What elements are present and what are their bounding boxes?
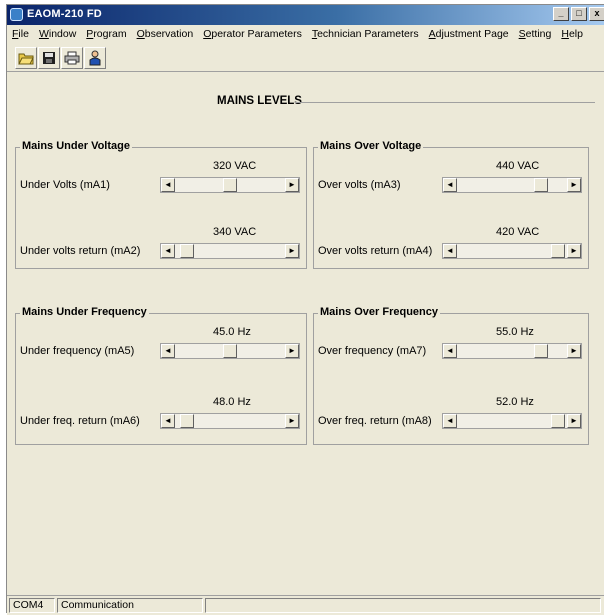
- status-communication: Communication: [57, 598, 203, 613]
- slider-thumb[interactable]: [551, 244, 565, 258]
- toolbar: [15, 45, 107, 71]
- scroll-left-icon[interactable]: ◄: [161, 244, 175, 258]
- over-volts-slider[interactable]: ◄ ►: [442, 177, 582, 193]
- menu-operator-parameters[interactable]: Operator Parameters: [198, 28, 307, 40]
- app-icon: [10, 8, 23, 21]
- slider-thumb[interactable]: [223, 344, 237, 358]
- scroll-right-icon[interactable]: ►: [285, 344, 299, 358]
- over-freq-return-value: 52.0 Hz: [496, 396, 534, 408]
- scroll-left-icon[interactable]: ◄: [443, 344, 457, 358]
- under-volts-return-label: Under volts return (mA2): [20, 245, 141, 257]
- scroll-right-icon[interactable]: ►: [285, 414, 299, 428]
- over-frequency-value: 55.0 Hz: [496, 326, 534, 338]
- group-mains-over-frequency: Mains Over Frequency 55.0 Hz Over freque…: [313, 306, 589, 445]
- under-volts-return-slider[interactable]: ◄ ►: [160, 243, 300, 259]
- scroll-left-icon[interactable]: ◄: [443, 244, 457, 258]
- window-title: EAOM-210 FD: [27, 8, 102, 20]
- menu-setting[interactable]: Setting: [514, 28, 557, 40]
- scroll-right-icon[interactable]: ►: [567, 344, 581, 358]
- over-volts-return-value: 420 VAC: [496, 226, 540, 238]
- slider-thumb[interactable]: [534, 178, 548, 192]
- group-title: Mains Under Frequency: [20, 306, 149, 318]
- scroll-right-icon[interactable]: ►: [567, 178, 581, 192]
- slider-thumb[interactable]: [180, 244, 194, 258]
- menu-bar: File Window Program Observation Operator…: [7, 25, 604, 43]
- minimize-button[interactable]: _: [553, 7, 569, 21]
- maximize-button[interactable]: □: [571, 7, 587, 21]
- scroll-right-icon[interactable]: ►: [567, 414, 581, 428]
- under-volts-slider[interactable]: ◄ ►: [160, 177, 300, 193]
- under-volts-value: 320 VAC: [213, 160, 257, 172]
- over-volts-value: 440 VAC: [496, 160, 540, 172]
- under-frequency-slider[interactable]: ◄ ►: [160, 343, 300, 359]
- heading-divider: [295, 102, 595, 103]
- print-icon[interactable]: [61, 47, 83, 69]
- scroll-left-icon[interactable]: ◄: [161, 178, 175, 192]
- menu-observation[interactable]: Observation: [132, 28, 199, 40]
- menu-help[interactable]: Help: [556, 28, 588, 40]
- menu-program[interactable]: Program: [81, 28, 131, 40]
- group-mains-under-frequency: Mains Under Frequency 45.0 Hz Under freq…: [15, 306, 307, 445]
- toolbar-divider: [7, 71, 604, 72]
- over-volts-label: Over volts (mA3): [318, 179, 401, 191]
- open-folder-icon[interactable]: [15, 47, 37, 69]
- under-frequency-label: Under frequency (mA5): [20, 345, 135, 357]
- scroll-right-icon[interactable]: ►: [285, 178, 299, 192]
- over-volts-return-label: Over volts return (mA4): [318, 245, 433, 257]
- slider-thumb[interactable]: [180, 414, 194, 428]
- page-title: MAINS LEVELS: [217, 95, 302, 107]
- group-mains-under-voltage: Mains Under Voltage 320 VAC Under Volts …: [15, 140, 307, 269]
- scroll-left-icon[interactable]: ◄: [161, 344, 175, 358]
- close-button[interactable]: x: [589, 7, 604, 21]
- group-title: Mains Under Voltage: [20, 140, 132, 152]
- save-disk-icon[interactable]: [38, 47, 60, 69]
- group-title: Mains Over Frequency: [318, 306, 440, 318]
- under-freq-return-label: Under freq. return (mA6): [20, 415, 140, 427]
- menu-window[interactable]: Window: [34, 28, 81, 40]
- over-volts-return-slider[interactable]: ◄ ►: [442, 243, 582, 259]
- scroll-left-icon[interactable]: ◄: [443, 414, 457, 428]
- scroll-right-icon[interactable]: ►: [567, 244, 581, 258]
- under-freq-return-slider[interactable]: ◄ ►: [160, 413, 300, 429]
- over-freq-return-label: Over freq. return (mA8): [318, 415, 432, 427]
- slider-thumb[interactable]: [551, 414, 565, 428]
- group-title: Mains Over Voltage: [318, 140, 424, 152]
- slider-thumb[interactable]: [534, 344, 548, 358]
- under-volts-label: Under Volts (mA1): [20, 179, 110, 191]
- group-mains-over-voltage: Mains Over Voltage 440 VAC Over volts (m…: [313, 140, 589, 269]
- status-bar: COM4 Communication: [7, 595, 604, 615]
- scroll-left-icon[interactable]: ◄: [443, 178, 457, 192]
- over-freq-return-slider[interactable]: ◄ ►: [442, 413, 582, 429]
- main-window: EAOM-210 FD _ □ x File Window Program Ob…: [6, 4, 604, 615]
- status-empty-panel: [205, 598, 601, 613]
- scroll-right-icon[interactable]: ►: [285, 244, 299, 258]
- under-volts-return-value: 340 VAC: [213, 226, 257, 238]
- status-port: COM4: [9, 598, 55, 613]
- under-frequency-value: 45.0 Hz: [213, 326, 251, 338]
- title-bar[interactable]: EAOM-210 FD _ □ x: [7, 5, 604, 25]
- user-icon[interactable]: [84, 47, 106, 69]
- slider-thumb[interactable]: [223, 178, 237, 192]
- menu-technician-parameters[interactable]: Technician Parameters: [307, 28, 424, 40]
- under-freq-return-value: 48.0 Hz: [213, 396, 251, 408]
- menu-adjustment-page[interactable]: Adjustment Page: [424, 28, 514, 40]
- over-frequency-slider[interactable]: ◄ ►: [442, 343, 582, 359]
- scroll-left-icon[interactable]: ◄: [161, 414, 175, 428]
- over-frequency-label: Over frequency (mA7): [318, 345, 427, 357]
- menu-file[interactable]: File: [7, 28, 34, 40]
